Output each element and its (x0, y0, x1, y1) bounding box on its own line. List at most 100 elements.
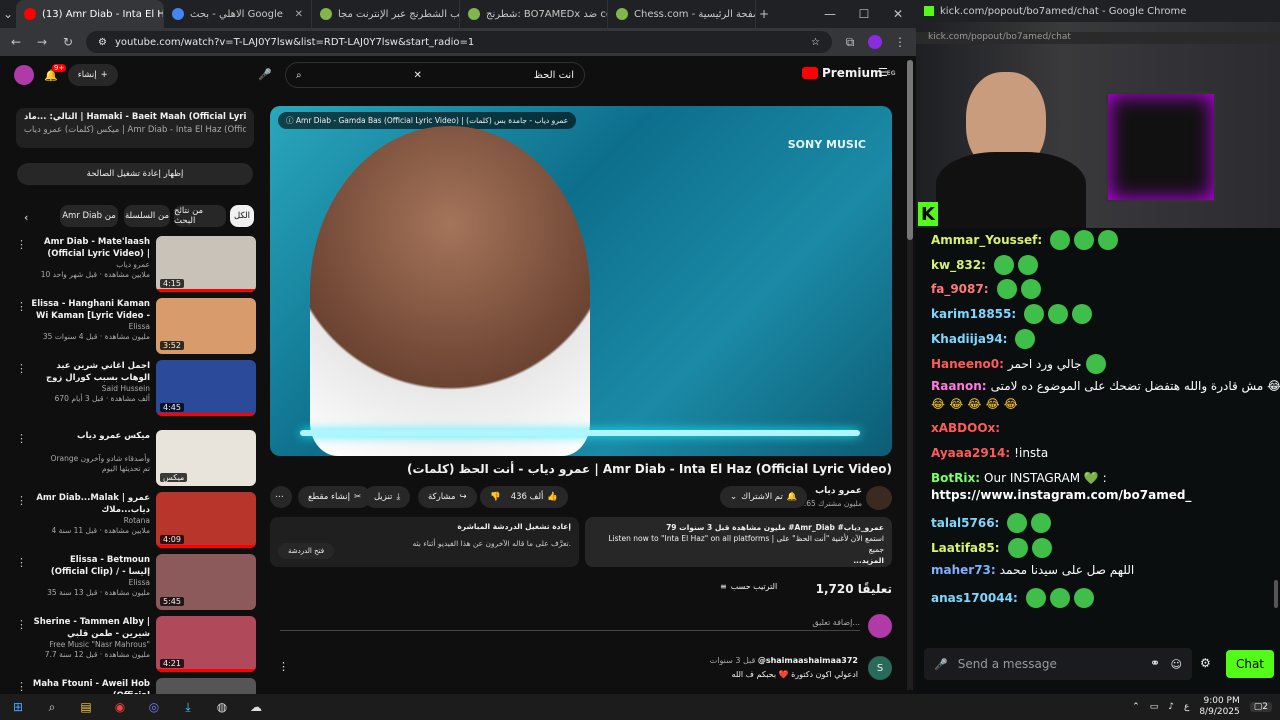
chat-username[interactable]: https://www.instagram.com/bo7amed_ (931, 488, 1191, 502)
hamburger-menu-icon[interactable]: ☰ (878, 66, 888, 79)
tab-youtube[interactable]: (13) Amr Diab - Inta El H✕ (16, 0, 164, 28)
chat-username[interactable]: Ayaaa2914: (931, 446, 1010, 460)
channel-name[interactable]: عمرو دياب (30, 260, 150, 270)
close-icon[interactable]: ✕ (295, 9, 303, 20)
video-thumbnail[interactable]: 5:45 (156, 554, 256, 610)
chat-username[interactable]: BotRix: (931, 471, 980, 485)
chat-send-button[interactable]: Chat (1226, 650, 1274, 678)
chat-username[interactable]: Haneeno0: (931, 357, 1004, 371)
video-thumbnail[interactable]: 4:15 (156, 236, 256, 292)
video-title[interactable]: Amr Diab...Malak | عمرو دياب...ملاك (30, 492, 150, 516)
like-dislike-button[interactable]: 👎 436 ألف 👍 (480, 486, 568, 508)
menu-dots-icon[interactable]: ⋮ (16, 362, 27, 375)
tab-chess-play[interactable]: إلعب الشطرنج عبر الإنترنت مجا✕ (312, 0, 460, 28)
related-video[interactable]: 4:45 اجمل اغاني شرين عبد الوهاب بسبب كور… (14, 360, 256, 418)
video-thumbnail[interactable]: 4:09 (156, 492, 256, 548)
video-thumbnail[interactable]: 4:45 (156, 360, 256, 416)
menu-dots-icon[interactable]: ⋮ (16, 432, 27, 445)
related-video[interactable]: ميكس ميكس عمرو دياب Orange وأصدقاء شادو … (14, 430, 256, 488)
new-tab-icon[interactable]: + (756, 7, 772, 21)
menu-dots-icon[interactable]: ⋮ (16, 300, 27, 313)
menu-dots-icon[interactable]: ⋮ (16, 494, 27, 507)
related-video[interactable]: 4:09 Amr Diab...Malak | عمرو دياب...ملاك… (14, 492, 256, 550)
chat-scrollbar[interactable] (1274, 580, 1278, 608)
chat-username[interactable]: Ammar_Youssef: (931, 233, 1042, 247)
channel-name[interactable]: Elissa (30, 578, 150, 588)
chat-username[interactable]: Laatifa85: (931, 541, 1000, 555)
dislike-icon[interactable]: 👎 (490, 492, 501, 502)
close-window-icon[interactable]: ✕ (890, 7, 906, 21)
show-more-link[interactable]: ...المزيد (593, 555, 884, 566)
video-thumbnail[interactable]: 4:21 (156, 616, 256, 672)
video-title[interactable]: Elissa - Hanghani Kaman Wi Kaman [Lyric … (30, 298, 150, 322)
notifications-icon[interactable]: 🔔 9+ (44, 63, 67, 82)
chip-amr-diab[interactable]: Amr Diab من (60, 205, 118, 227)
video-title[interactable]: اجمل اغاني شرين عبد الوهاب بسبب كورال زو… (30, 360, 150, 384)
avatar[interactable] (14, 65, 34, 85)
site-info-icon[interactable]: ⚙ (98, 37, 107, 48)
channel-name[interactable]: Said Hussein (30, 384, 150, 394)
menu-dots-icon[interactable]: ⋮ (16, 556, 27, 569)
add-comment-input[interactable]: إضافة تعليق... (280, 618, 860, 631)
more-actions-icon[interactable]: ⋯ (270, 486, 292, 508)
clear-search-icon[interactable]: ✕ (413, 70, 421, 81)
playlist-queue[interactable]: التالي: ...ماد | Hamaki - Baeit Maah (Of… (16, 108, 254, 148)
video-title[interactable]: Elissa - Betmoun (Official Clip) / إليسا… (30, 554, 150, 578)
chip-search-results[interactable]: من نتائج البحث (174, 205, 226, 227)
menu-dots-icon[interactable]: ⋮ (16, 238, 27, 251)
info-icon[interactable]: ⓘ (286, 116, 294, 125)
search-icon[interactable]: ⌕ (296, 70, 302, 81)
scrollbar-thumb[interactable] (907, 60, 913, 240)
menu-dots-icon[interactable]: ⋮ (16, 618, 27, 631)
tab-chess-home[interactable]: Chess.com - الصفحة الرئيسية✕ (608, 0, 756, 28)
tab-chess-game[interactable]: شطرنج: BO7AMEDx ضد com✕ (460, 0, 608, 28)
forward-icon[interactable]: → (34, 35, 50, 49)
subscribed-button[interactable]: ⌄ تم الاشتراك 🔔 (720, 486, 808, 508)
video-title[interactable]: Maha Ftouni - Aweil Hob (Official (30, 678, 150, 694)
menu-dots-icon[interactable]: ⋮ (16, 680, 27, 693)
clock[interactable]: 9:00 PM 8/9/2025 (1199, 696, 1239, 718)
video-title[interactable]: Amr Diab - Mate'laash (Official Lyric Vi… (30, 236, 150, 260)
share-button[interactable]: مشاركة ↪ (418, 486, 477, 508)
related-video[interactable]: 4:21 Sherine - Tammen Alby | شيرين - طمن… (14, 616, 256, 674)
chat-username[interactable]: fa_9087: (931, 282, 989, 296)
chrome-icon[interactable]: ◉ (110, 698, 130, 716)
minimize-icon[interactable]: — (822, 7, 838, 21)
channel-name[interactable]: Rotana (30, 516, 150, 526)
emoji-icon[interactable]: ☺ (1171, 658, 1182, 671)
comment-user[interactable]: @shaimaashaimaa372 (758, 656, 858, 665)
microphone-icon[interactable]: 🎤 (934, 658, 948, 671)
search-box[interactable]: ⌕ ✕ انت الحظ (285, 62, 585, 88)
video-player[interactable]: ⓘ Amr Diab - Gamda Bas (Official Lyric V… (270, 106, 892, 456)
sort-button[interactable]: ≡ الترتيب حسب (720, 582, 777, 591)
chat-username[interactable]: Khadiija94: (931, 332, 1007, 346)
bookmark-star-icon[interactable]: ☆ (811, 37, 820, 48)
chat-username[interactable]: talal5766: (931, 516, 999, 530)
reload-icon[interactable]: ↻ (60, 35, 76, 49)
create-button[interactable]: إنشاء + (67, 64, 118, 86)
comment-menu-icon[interactable]: ⋮ (278, 660, 289, 673)
autoplay-button[interactable]: إظهار إعادة تشغيل الصالحة (17, 163, 253, 185)
channel-name[interactable]: Free Music "Nasr Mahrous" (30, 640, 151, 650)
chat-username[interactable]: karim18855: (931, 307, 1016, 321)
chat-username[interactable]: anas170044: (931, 591, 1018, 605)
network-icon[interactable]: ▭ (1150, 702, 1159, 712)
chevron-left-icon[interactable]: ‹ (24, 211, 28, 224)
tab-menu-icon[interactable]: ⌄ (0, 7, 16, 21)
related-video[interactable]: Maha Ftouni - Aweil Hob (Official ⋮ (14, 678, 256, 694)
volume-icon[interactable]: ♪ (1168, 702, 1174, 712)
video-thumbnail[interactable] (156, 678, 256, 694)
open-chat-button[interactable]: فتح الدردشة (278, 543, 335, 559)
back-icon[interactable]: ← (8, 35, 24, 49)
like-icon[interactable]: 👍 (547, 492, 558, 502)
page-scrollbar[interactable] (907, 60, 913, 690)
channel-name[interactable]: Elissa (30, 322, 150, 332)
obs-icon[interactable]: ◍ (212, 698, 232, 716)
chip-all[interactable]: الكل (230, 205, 254, 227)
profile-avatar[interactable] (868, 35, 882, 49)
video-title[interactable]: ميكس عمرو دياب (30, 430, 150, 454)
video-thumbnail[interactable]: 3:52 (156, 298, 256, 354)
extensions-icon[interactable]: ⧉ (842, 35, 858, 50)
download-manager-icon[interactable]: ⤓ (178, 698, 198, 716)
chat-username[interactable]: Raanon: (931, 379, 987, 393)
